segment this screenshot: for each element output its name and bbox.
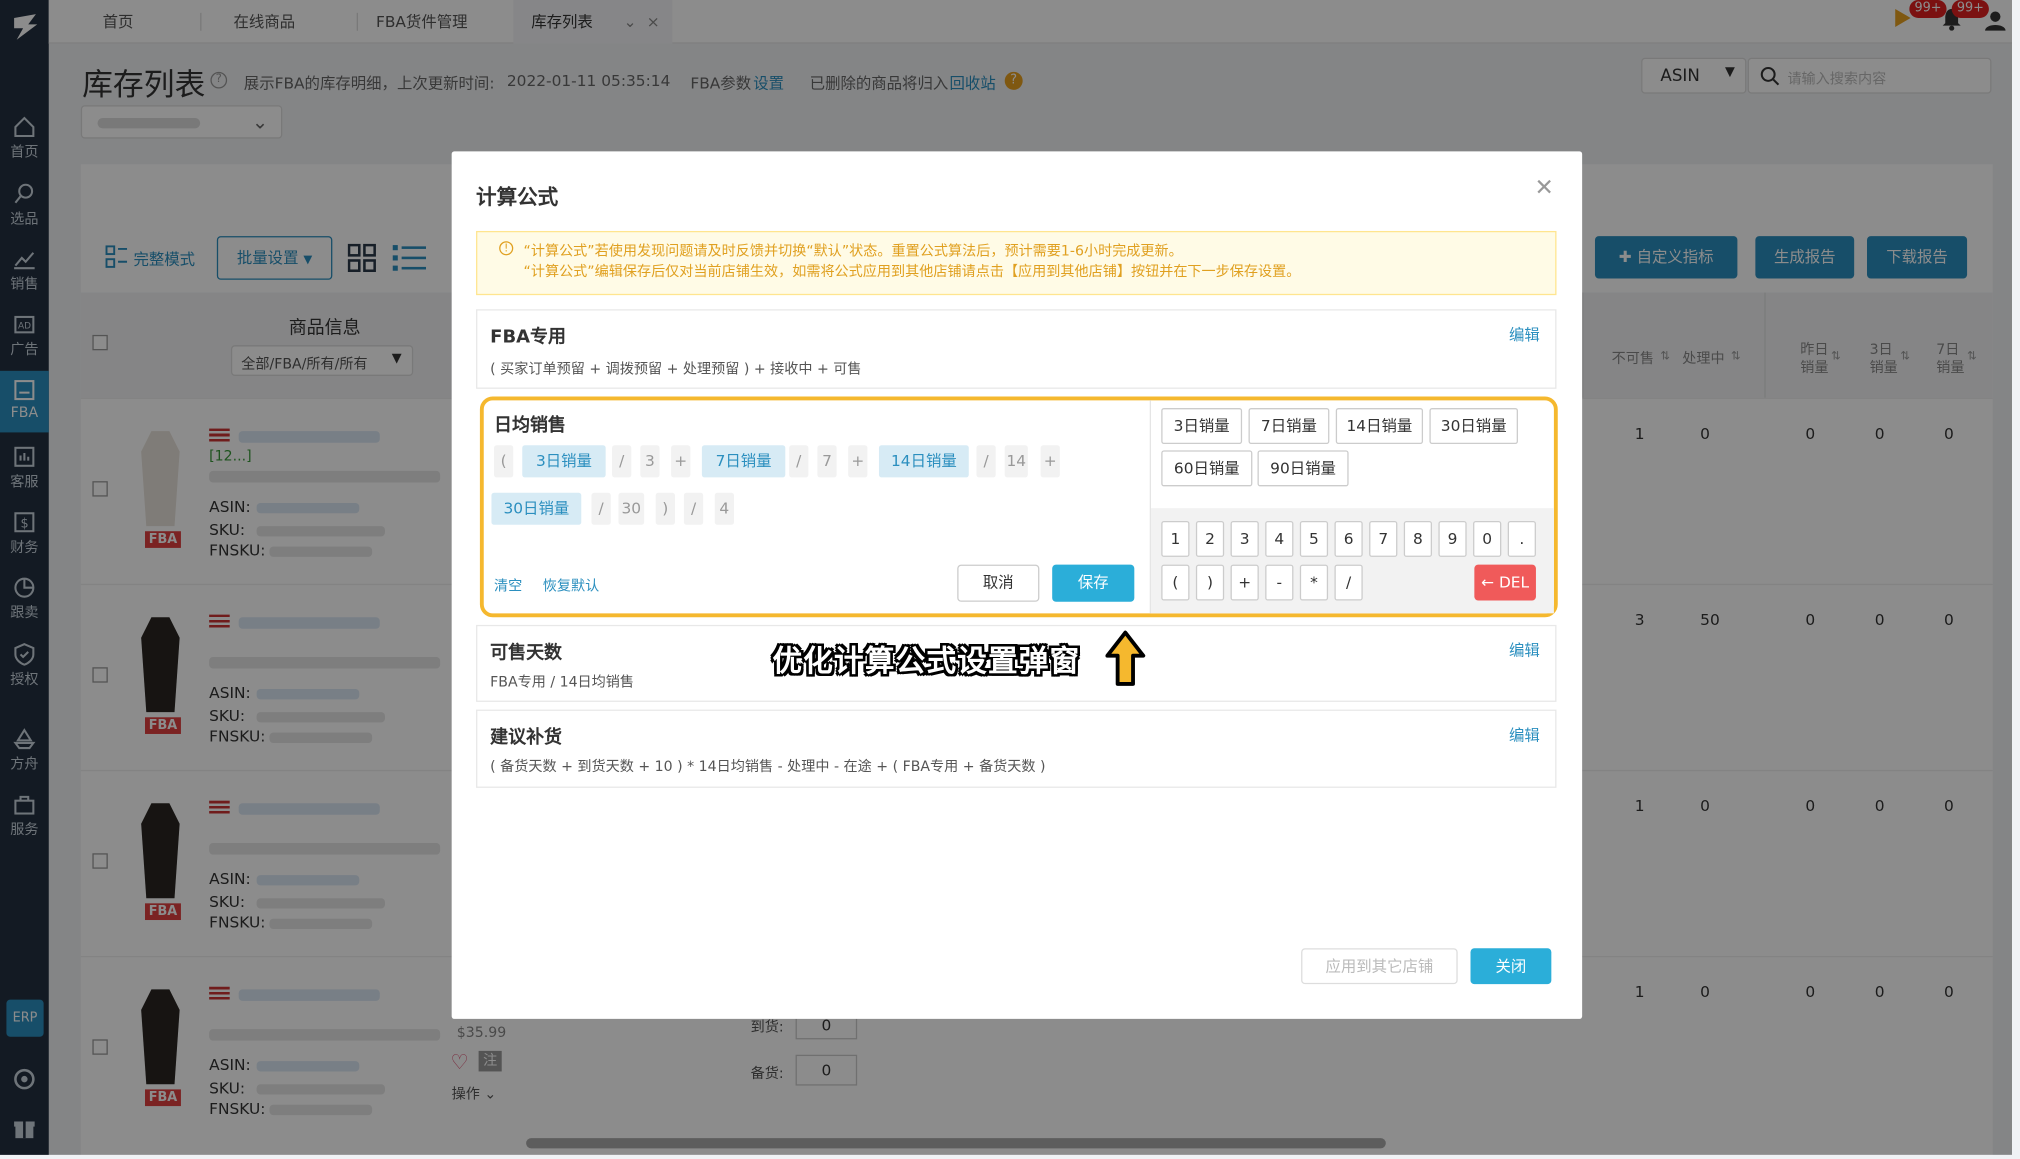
keypad-key[interactable]: 8 [1403, 520, 1433, 557]
formula-chip[interactable]: / [789, 445, 809, 478]
delete-button[interactable]: ← DEL [1474, 564, 1536, 601]
keypad-key[interactable]: 5 [1299, 520, 1329, 557]
formula-chip[interactable]: 7日销量 [701, 445, 786, 478]
clear-link[interactable]: 清空 [494, 575, 522, 596]
reset-default-link[interactable]: 恢复默认 [543, 575, 599, 596]
keypad-key[interactable]: 1 [1161, 520, 1190, 557]
formula-chip[interactable]: + [848, 445, 868, 478]
formula-chip[interactable]: 3 [640, 445, 660, 478]
variable-button[interactable]: 60日销量 [1161, 450, 1253, 487]
keypad-key[interactable]: 6 [1334, 520, 1363, 557]
formula-chip[interactable]: / [591, 492, 611, 525]
info-icon: ! [499, 241, 514, 256]
section-title: FBA专用 [490, 327, 566, 348]
section-title: 日均销售 [494, 415, 566, 437]
section-title: 可售天数 [490, 642, 563, 664]
keypad-key[interactable]: / [1334, 564, 1363, 601]
section-suggested-restock: 建议补货 编辑 ( 备货天数 + 到货天数 + 10 ) * 14日均销售 - … [476, 709, 1557, 788]
arrow-up-icon [1104, 629, 1148, 693]
formula-chip[interactable]: 14 [1004, 445, 1028, 478]
cancel-button[interactable]: 取消 [957, 564, 1040, 602]
section-formula: FBA专用 / 14日均销售 [490, 673, 635, 691]
variable-button[interactable]: 7日销量 [1248, 408, 1330, 444]
keypad-key[interactable]: ( [1161, 564, 1190, 601]
formula-chip[interactable]: 3日销量 [522, 445, 606, 478]
edit-link[interactable]: 编辑 [1509, 639, 1540, 661]
variable-button[interactable]: 90日销量 [1257, 450, 1349, 487]
formula-chip[interactable]: 4 [714, 492, 734, 525]
section-fba-dedicated: FBA专用 编辑 ( 买家订单预留 + 调拨预留 + 处理预留 ) + 接收中 … [476, 309, 1557, 389]
keypad-key[interactable]: 9 [1438, 520, 1467, 557]
variable-button[interactable]: 30日销量 [1429, 408, 1518, 444]
notice-line-1: “计算公式”若使用发现问题请及时反馈并切换“默认”状态。重置公式算法后，预计需要… [523, 242, 1183, 260]
keypad-key[interactable]: 3 [1230, 520, 1259, 557]
keypad-key[interactable]: 0 [1473, 520, 1502, 557]
keypad-key[interactable]: * [1299, 564, 1329, 601]
keypad-key[interactable]: 7 [1369, 520, 1398, 557]
keypad-key[interactable]: - [1265, 564, 1294, 601]
close-button[interactable]: 关闭 [1470, 948, 1552, 985]
formula-chip[interactable]: 30日销量 [491, 492, 582, 525]
save-button[interactable]: 保存 [1052, 564, 1135, 602]
keypad-key[interactable]: 4 [1265, 520, 1294, 557]
notice-banner: ! “计算公式”若使用发现问题请及时反馈并切换“默认”状态。重置公式算法后，预计… [476, 230, 1557, 296]
close-icon[interactable]: ✕ [1535, 175, 1554, 202]
formula-chip[interactable]: ( [494, 445, 514, 478]
formula-chip[interactable]: / [683, 492, 704, 525]
formula-chip[interactable]: / [976, 445, 996, 478]
formula-chip[interactable]: 14日销量 [878, 445, 969, 478]
notice-line-2: “计算公式”编辑保存后仅对当前店铺生效，如需将公式应用到其他店铺请点击【应用到其… [523, 263, 1301, 280]
formula-chip[interactable]: ) [655, 492, 675, 525]
formula-chip[interactable]: 30 [618, 492, 645, 525]
edit-link[interactable]: 编辑 [1509, 323, 1540, 345]
section-formula: ( 买家订单预留 + 调拨预留 + 处理预留 ) + 接收中 + 可售 [490, 360, 862, 378]
apply-to-other-stores-button[interactable]: 应用到其它店铺 [1301, 948, 1458, 985]
section-formula: ( 备货天数 + 到货天数 + 10 ) * 14日均销售 - 处理中 - 在途… [490, 758, 1046, 776]
formula-chip[interactable]: + [671, 445, 691, 478]
keypad-key[interactable]: + [1230, 564, 1259, 601]
formula-chip[interactable]: / [612, 445, 632, 478]
keypad-key[interactable]: 2 [1195, 520, 1225, 557]
formula-chip[interactable]: + [1040, 445, 1060, 478]
keypad-key[interactable]: . [1507, 520, 1536, 557]
edit-link[interactable]: 编辑 [1509, 724, 1540, 746]
formula-modal: 计算公式 ✕ ! “计算公式”若使用发现问题请及时反馈并切换“默认”状态。重置公… [451, 151, 1583, 1019]
variable-button[interactable]: 3日销量 [1161, 408, 1243, 444]
callout-text: 优化计算公式设置弹窗 [772, 645, 1081, 679]
formula-chip[interactable]: 7 [817, 445, 837, 478]
modal-title: 计算公式 [476, 184, 559, 210]
keypad-key[interactable]: ) [1195, 564, 1225, 601]
variable-button[interactable]: 14日销量 [1335, 408, 1424, 444]
section-title: 建议补货 [490, 727, 563, 749]
section-daily-sales-editor: 日均销售 (3日销量/3 +7日销量/7 +14日销量/14 +30日销量/30)/4… [479, 396, 1558, 618]
